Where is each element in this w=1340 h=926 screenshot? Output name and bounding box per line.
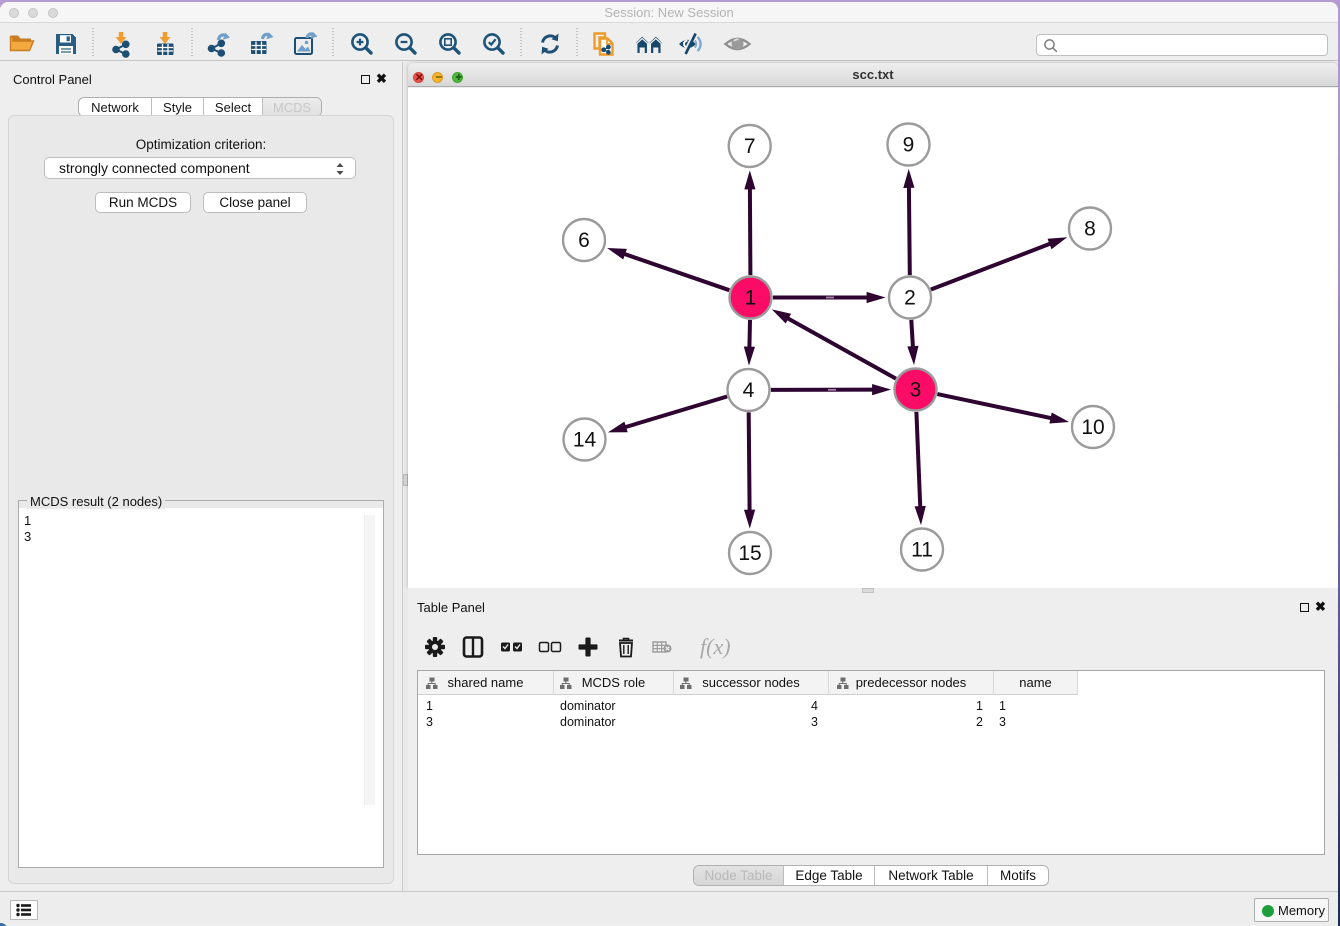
svg-text:9: 9 <box>903 134 915 157</box>
svg-text:15: 15 <box>738 542 761 565</box>
svg-text:f(x): f(x) <box>700 634 731 659</box>
svg-text:14: 14 <box>573 429 597 452</box>
svg-text:2: 2 <box>904 287 916 310</box>
svg-text:1: 1 <box>745 287 757 310</box>
svg-text:3: 3 <box>910 379 922 402</box>
svg-text:7: 7 <box>744 135 756 158</box>
svg-text:6: 6 <box>578 229 590 252</box>
svg-text:8: 8 <box>1084 218 1096 241</box>
svg-text:10: 10 <box>1081 416 1104 439</box>
svg-text:4: 4 <box>743 379 755 402</box>
svg-text:11: 11 <box>911 539 933 562</box>
